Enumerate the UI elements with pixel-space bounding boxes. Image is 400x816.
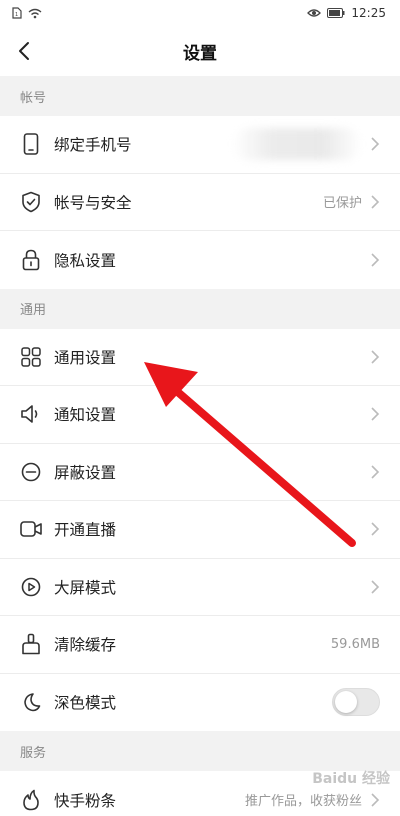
settings-item-label: 开通直播 [54,521,117,540]
settings-item-label: 快手粉条 [54,791,117,810]
settings-item-large-screen[interactable]: 大屏模式 [0,558,400,616]
back-button[interactable] [12,39,36,63]
lock-icon [20,249,42,271]
svg-text:1: 1 [15,12,18,18]
video-camera-icon [20,518,42,540]
dark-mode-toggle[interactable] [332,688,380,717]
status-bar: 1 12:25 [0,0,400,26]
grid-icon [20,346,42,368]
cache-size: 59.6MB [330,636,380,652]
block-icon [20,461,42,483]
page-title: 设置 [183,43,217,64]
settings-item-clear-cache[interactable]: 清除缓存 59.6MB [0,616,400,674]
settings-item-label: 通知设置 [54,406,117,425]
settings-item-label: 深色模式 [54,694,117,713]
chevron-left-icon [19,42,29,60]
settings-item-privacy[interactable]: 隐私设置 [0,231,400,289]
account-group: 绑定手机号 帐号与安全 已保护 隐私设置 [0,116,400,289]
status-time: 12:25 [351,6,386,20]
settings-item-bind-phone[interactable]: 绑定手机号 [0,116,400,174]
settings-item-label: 隐私设置 [54,251,117,270]
general-group: 通用设置 通知设置 屏蔽设置 开通直播 大屏模式 清除缓存 59.6MB 深色模… [0,328,400,731]
redacted-phone-number [232,128,362,160]
chevron-right-icon [371,793,380,807]
chevron-right-icon [371,407,380,421]
section-header-general: 通用 [0,288,400,329]
settings-item-label: 清除缓存 [54,636,117,655]
battery-icon [327,8,345,18]
chevron-right-icon [371,465,380,479]
chevron-right-icon [371,137,380,151]
settings-item-dark-mode: 深色模式 [0,673,400,731]
security-status: 已保护 [322,196,362,212]
play-icon [20,576,42,598]
eye-icon [307,9,322,17]
settings-item-account-security[interactable]: 帐号与安全 已保护 [0,173,400,231]
navigation-bar: 设置 [0,26,400,76]
section-header-services: 服务 [0,731,400,771]
shield-icon [20,191,42,213]
settings-item-block-settings[interactable]: 屏蔽设置 [0,443,400,501]
settings-item-label: 帐号与安全 [54,193,132,212]
chevron-right-icon [371,580,380,594]
section-header-account: 帐号 [0,76,400,116]
sim-icon: 1 [12,7,22,19]
settings-item-label: 通用设置 [54,348,117,367]
toggle-knob [335,691,357,714]
chevron-right-icon [371,253,380,267]
broom-icon [20,633,42,655]
settings-item-notifications[interactable]: 通知设置 [0,386,400,444]
settings-item-general-settings[interactable]: 通用设置 [0,328,400,386]
fire-icon [20,789,42,811]
wifi-icon [28,8,42,18]
speaker-icon [20,403,42,425]
chevron-right-icon [371,522,380,536]
settings-item-label: 大屏模式 [54,578,117,597]
settings-item-label: 屏蔽设置 [54,463,117,482]
chevron-right-icon [371,350,380,364]
settings-item-start-live[interactable]: 开通直播 [0,501,400,559]
chevron-right-icon [371,195,380,209]
phone-icon [20,133,42,156]
moon-icon [20,691,42,713]
watermark: Baidu 经验 [312,771,390,787]
promo-text: 推广作品，收获粉丝 [244,794,362,810]
